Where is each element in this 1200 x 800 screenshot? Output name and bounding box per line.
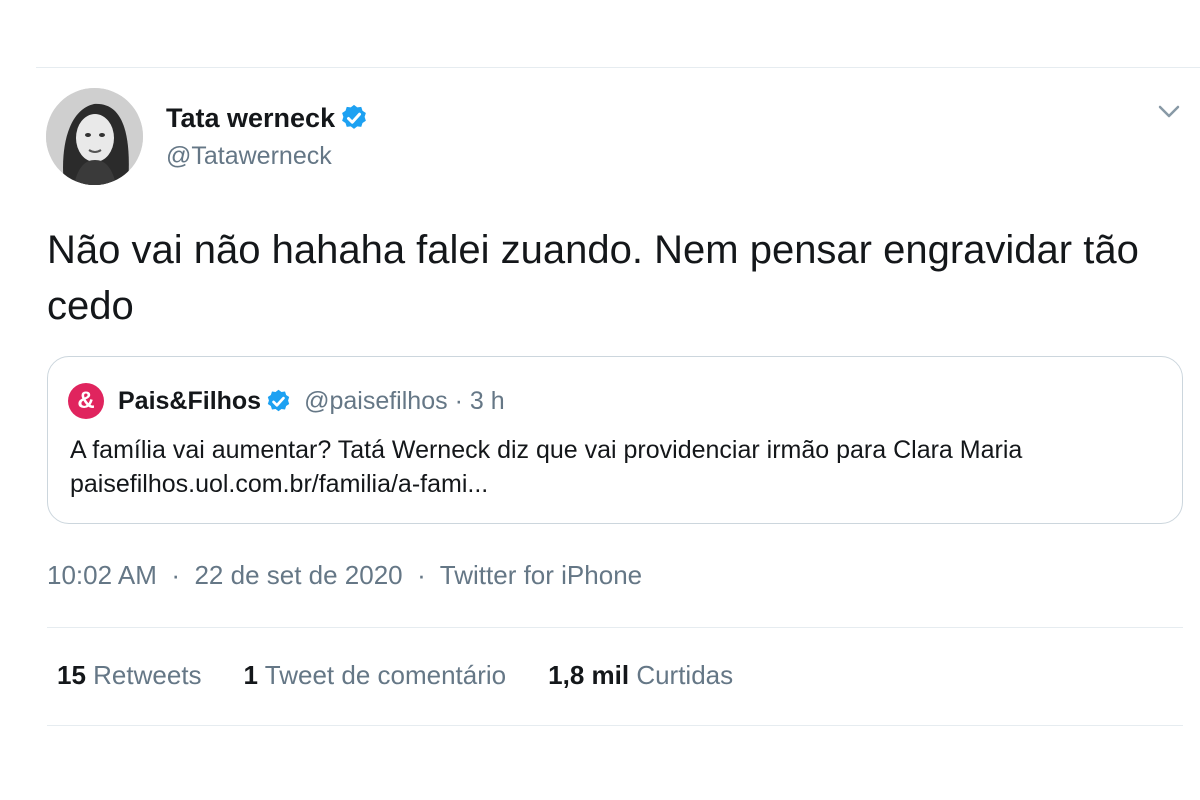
quoted-tweet-card[interactable]: & Pais&Filhos @paisefilhos · 3 h A famíl…	[47, 356, 1183, 524]
tweet-time[interactable]: 10:02 AM	[47, 560, 157, 590]
quoted-author-avatar: &	[68, 383, 104, 419]
author-username[interactable]: @Tatawerneck	[166, 140, 332, 172]
quoted-author-name: Pais&Filhos	[118, 386, 262, 415]
quoted-author-username: @paisefilhos	[304, 386, 448, 415]
source-separator: ·	[410, 560, 433, 590]
tweet-text: Não vai não hahaha falei zuando. Nem pen…	[47, 228, 1139, 328]
verified-badge-icon	[267, 389, 290, 411]
stats-top-divider	[47, 627, 1183, 628]
tweet-source[interactable]: Twitter for iPhone	[440, 560, 642, 590]
quoted-meta-separator: ·	[448, 387, 470, 416]
verified-badge-icon	[342, 104, 366, 129]
quoted-tweet-header: & Pais&Filhos @paisefilhos · 3 h	[68, 383, 505, 419]
top-divider	[36, 67, 1200, 68]
stat-label: Curtidas	[636, 660, 734, 690]
author-name-text: Tata werneck	[166, 103, 336, 133]
separator-dot: ·	[454, 386, 463, 415]
author-display-name[interactable]: Tata werneck	[166, 101, 369, 135]
stats-bottom-divider	[47, 725, 1183, 726]
separator-dot: ·	[417, 560, 426, 590]
separator-dot: ·	[171, 560, 180, 590]
avatar-photo	[46, 88, 143, 185]
quoted-tweet-text: A família vai aumentar? Tatá Werneck diz…	[70, 436, 1023, 498]
stat-label: Tweet de comentário	[264, 660, 507, 690]
tweet-date[interactable]: 22 de set de 2020	[194, 560, 402, 590]
stat-count: 15	[57, 660, 86, 690]
quoted-time-ago: 3 h	[469, 386, 505, 415]
quote-tweets-stat[interactable]: 1 Tweet de comentário	[244, 660, 507, 691]
retweets-stat[interactable]: 15 Retweets	[57, 660, 202, 691]
timestamp-separator: ·	[164, 560, 187, 590]
stat-count: 1	[243, 660, 259, 690]
chevron-down-icon[interactable]	[1152, 98, 1186, 126]
likes-stat[interactable]: 1,8 mil Curtidas	[548, 660, 733, 691]
stat-label: Retweets	[93, 660, 202, 690]
stat-count: 1,8 mil	[548, 660, 630, 690]
author-avatar[interactable]	[46, 88, 143, 185]
tweet-timestamp: 10:02 AM · 22 de set de 2020 · Twitter f…	[47, 560, 642, 591]
tweet-stats: 15 Retweets 1 Tweet de comentário 1,8 mi…	[57, 660, 775, 691]
